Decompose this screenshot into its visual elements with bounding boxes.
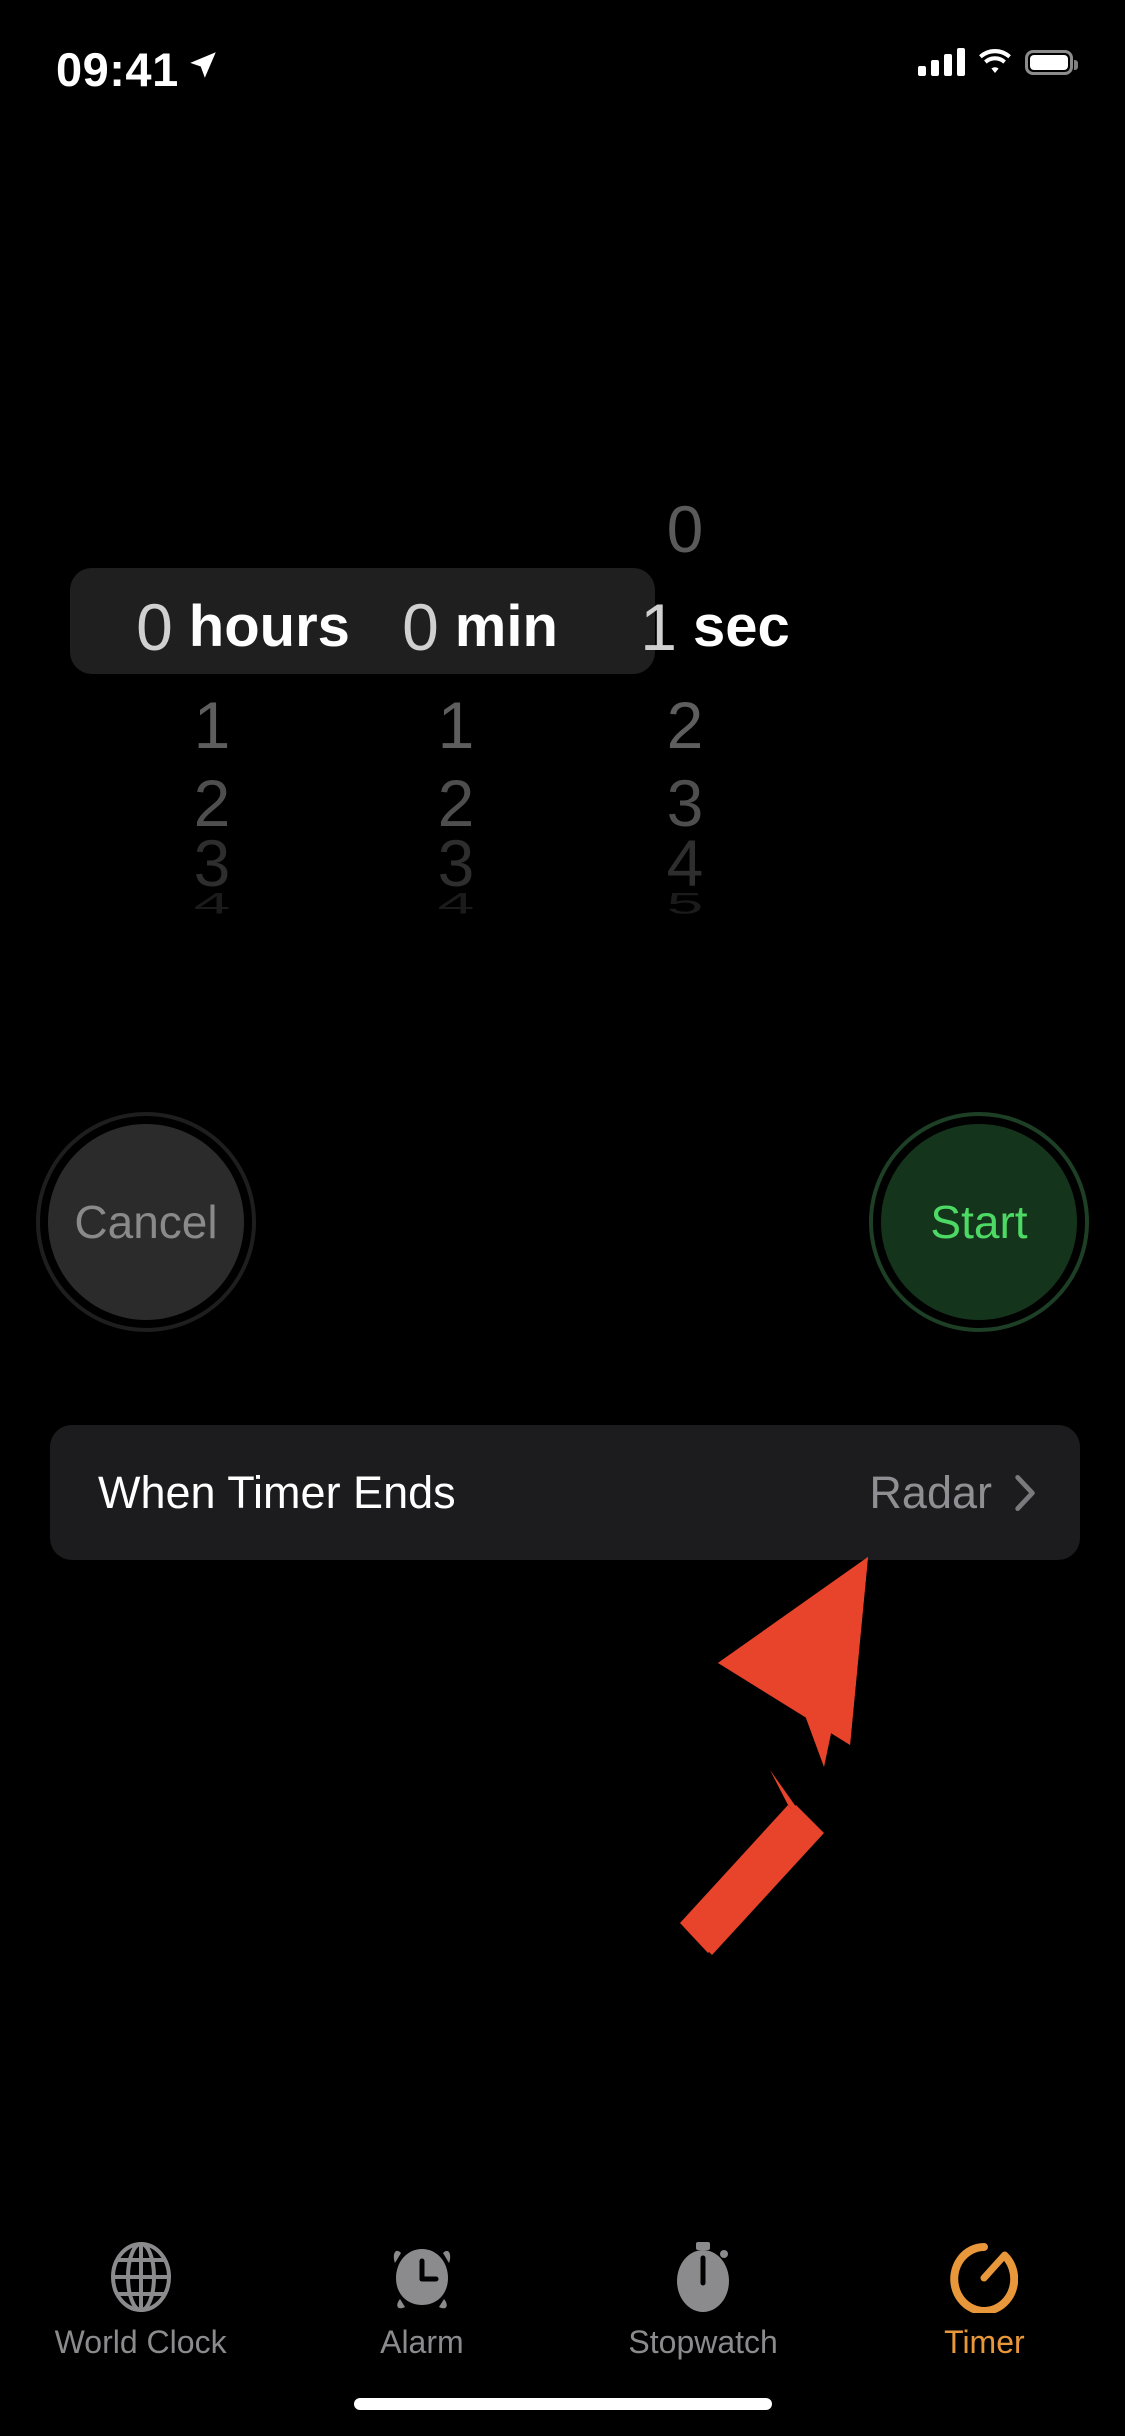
battery-full-icon: [1025, 49, 1078, 75]
picker-row-hours-next-4[interactable]: 4: [118, 870, 368, 936]
picker-unit-minutes: min: [454, 594, 558, 659]
status-bar: 09:41: [0, 0, 1125, 140]
picker-row-minutes-next-2[interactable]: 2: [375, 770, 585, 836]
picker-row-seconds-next-1[interactable]: 2: [590, 692, 840, 758]
picker-row-minutes-next-1[interactable]: 1: [375, 692, 585, 758]
location-arrow-icon: [190, 52, 216, 78]
picker-unit-hours: hours: [188, 594, 350, 659]
picker-row-value: 4: [437, 886, 475, 920]
picker-unit-seconds: sec: [692, 594, 790, 659]
home-indicator[interactable]: [353, 2398, 772, 2410]
picker-row-value: 1: [193, 688, 231, 762]
picker-wheel-hours[interactable]: 0 hours 1 2 3 4: [118, 430, 368, 918]
cancel-button-label: Cancel: [74, 1196, 218, 1248]
picker-row-minutes-selected[interactable]: 0 min: [375, 594, 585, 660]
picker-value-seconds: 1: [640, 590, 677, 664]
timer-action-buttons: Cancel Start: [0, 1090, 1125, 1360]
picker-row-seconds-next-2[interactable]: 3: [590, 770, 840, 836]
picker-row-value: 5: [666, 886, 704, 920]
stopwatch-icon: [671, 2238, 735, 2316]
when-timer-ends-label: When Timer Ends: [98, 1466, 456, 1518]
picker-value-minutes: 0: [402, 590, 439, 664]
start-button-label: Start: [930, 1196, 1028, 1248]
annotation-arrow-up-right-icon: [680, 1557, 868, 1955]
picker-row-hours-next-2[interactable]: 2: [118, 770, 368, 836]
alarm-clock-icon: [388, 2238, 456, 2316]
cancel-button[interactable]: Cancel: [36, 1112, 256, 1332]
status-bar-time: 09:41: [56, 43, 179, 96]
globe-icon: [109, 2238, 173, 2316]
picker-row-seconds-selected[interactable]: 1 sec: [590, 594, 840, 660]
tab-label-stopwatch: Stopwatch: [628, 2324, 778, 2360]
picker-wheel-seconds[interactable]: 0 1 sec 2 3 4 5: [590, 430, 840, 918]
chevron-right-icon: [1015, 1474, 1035, 1511]
when-timer-ends-row[interactable]: When Timer Ends Radar: [50, 1425, 1080, 1560]
start-button[interactable]: Start: [869, 1112, 1089, 1332]
tab-timer[interactable]: Timer: [844, 2220, 1125, 2436]
wifi-icon: [979, 49, 1011, 73]
when-timer-ends-value: Radar: [869, 1466, 992, 1518]
picker-row-seconds-next-4[interactable]: 5: [590, 870, 840, 936]
picker-row-value: 0: [666, 492, 704, 566]
picker-row-value: 4: [193, 886, 231, 920]
picker-row-minutes-next-4[interactable]: 4: [375, 870, 585, 936]
timer-icon: [950, 2238, 1019, 2316]
picker-row-hours-next-1[interactable]: 1: [118, 692, 368, 758]
picker-wheel-minutes[interactable]: 0 min 1 2 3 4: [375, 430, 585, 918]
picker-row-hours-selected[interactable]: 0 hours: [118, 594, 368, 660]
picker-row-value: 1: [437, 688, 475, 762]
cellular-bars-icon: [918, 48, 965, 76]
status-bar-indicators: [918, 48, 1078, 76]
picker-row-value: 2: [666, 688, 704, 762]
tab-label-timer: Timer: [944, 2324, 1025, 2360]
timer-duration-picker[interactable]: 0 hours 1 2 3 4 0 min 1 2 3 4 0 1 sec 2 …: [0, 430, 1125, 918]
tab-label-world-clock: World Clock: [54, 2324, 227, 2360]
tab-label-alarm: Alarm: [380, 2324, 464, 2360]
tab-world-clock[interactable]: World Clock: [0, 2220, 281, 2436]
clock-app-timer-screen: 09:41 0 hours 1 2 3 4 0 min 1 2 3 4 0 1 …: [0, 0, 1125, 2436]
picker-row-seconds-prev-1[interactable]: 0: [590, 496, 840, 562]
picker-value-hours: 0: [136, 590, 173, 664]
